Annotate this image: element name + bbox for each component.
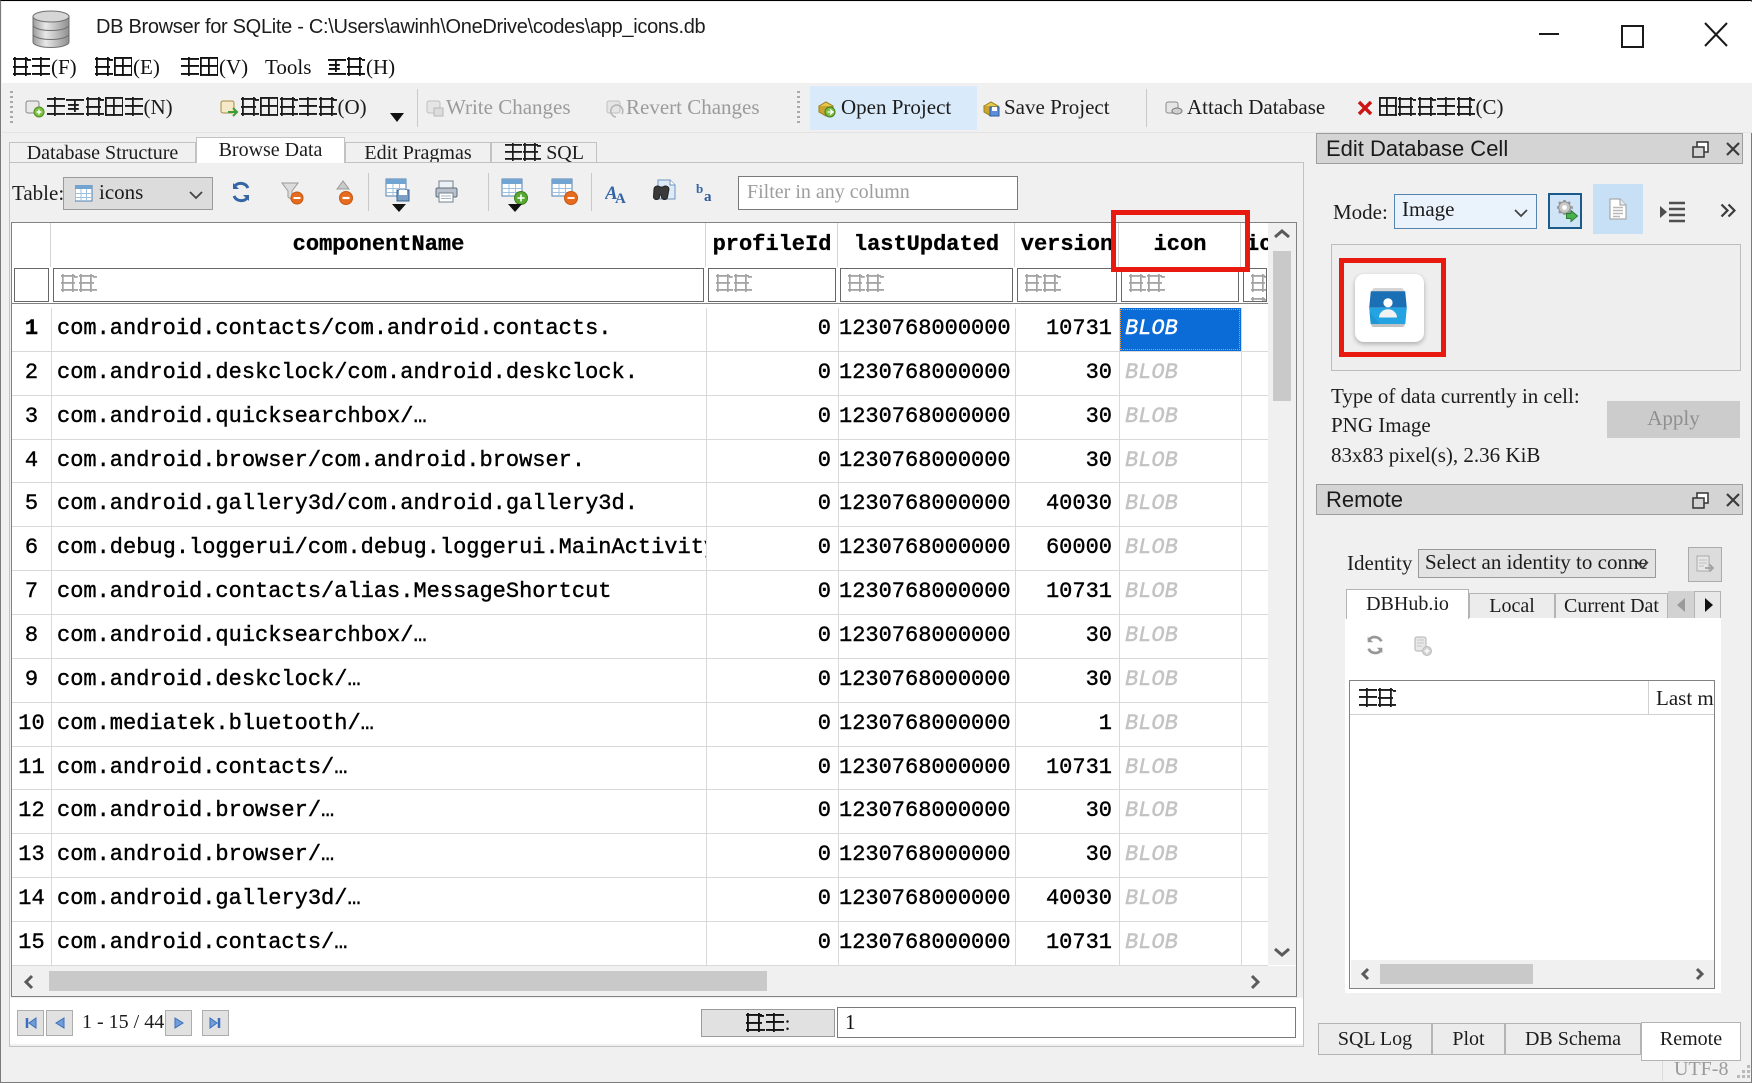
svg-text:A: A: [615, 191, 626, 205]
svg-text:a: a: [704, 189, 712, 205]
svg-text:b: b: [696, 181, 703, 196]
